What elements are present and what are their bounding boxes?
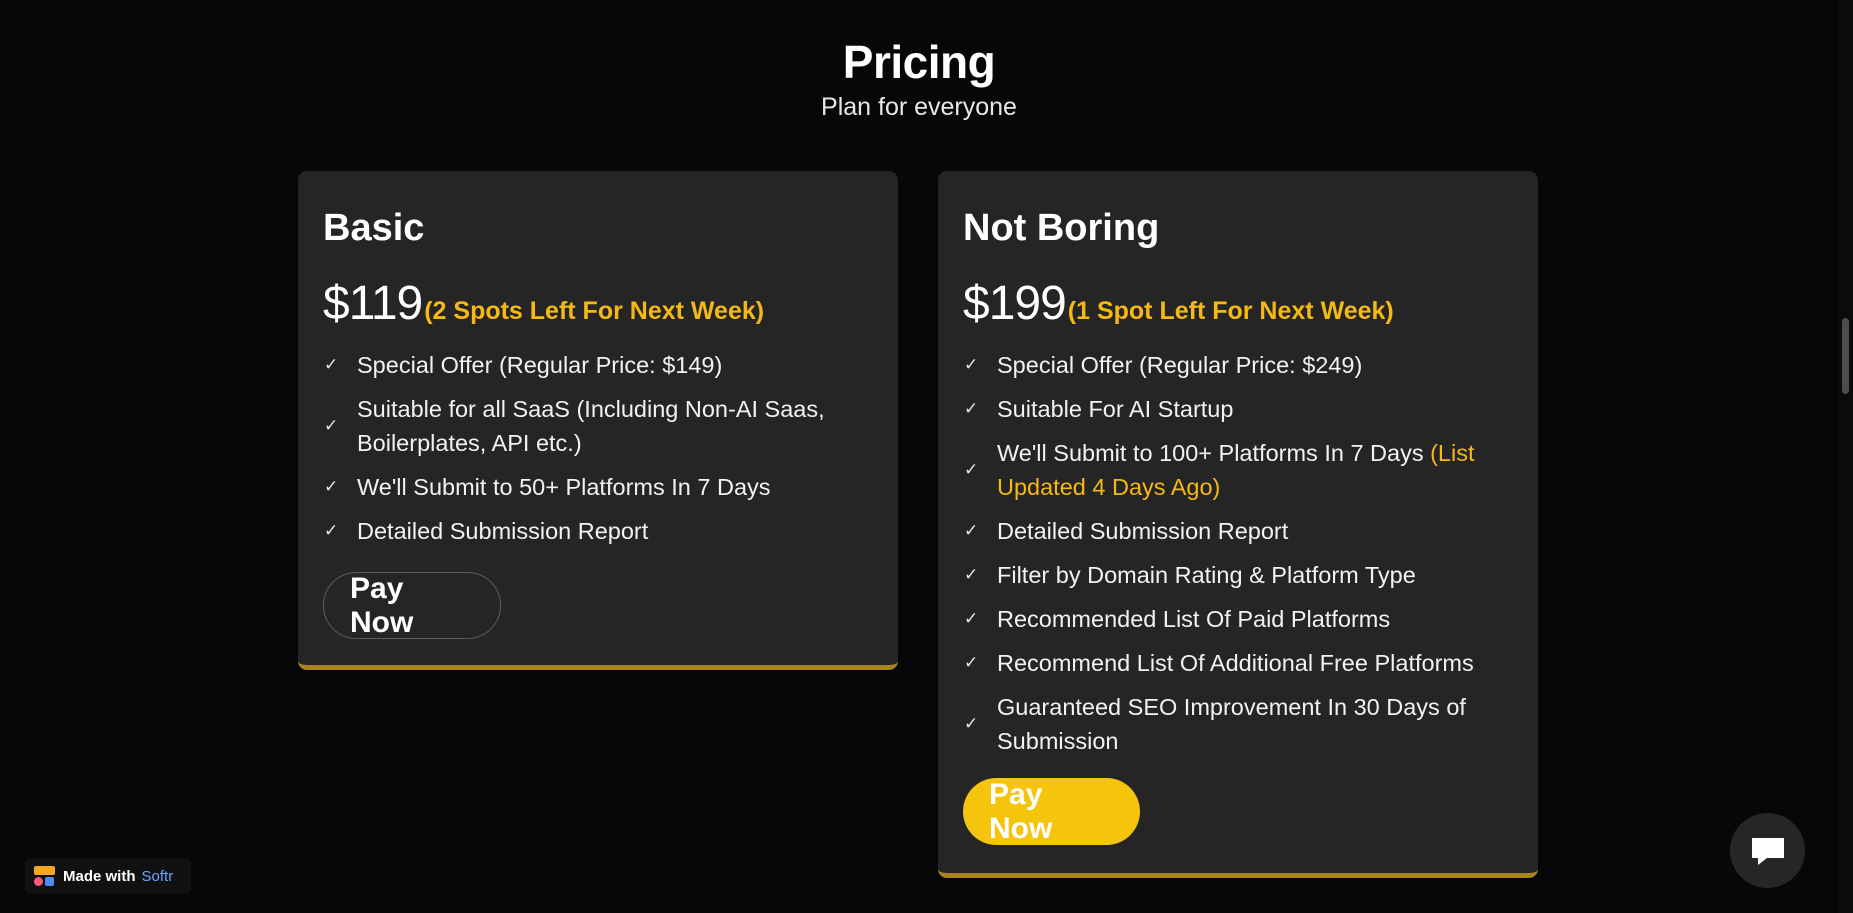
- check-icon: ✓: [964, 609, 979, 628]
- plan-card-not-boring: Not Boring $199 (1 Spot Left For Next We…: [938, 171, 1538, 878]
- check-icon: ✓: [964, 355, 979, 374]
- check-icon: ✓: [964, 714, 979, 733]
- check-icon: ✓: [324, 521, 339, 540]
- chat-bubble-icon: [1751, 837, 1784, 865]
- feature-text: Suitable For AI Startup: [997, 396, 1234, 422]
- feature-text-group: We'll Submit to 100+ Platforms In 7 Days…: [997, 436, 1513, 504]
- feature-text: Recommend List Of Additional Free Platfo…: [997, 650, 1474, 676]
- page-subtitle: Plan for everyone: [821, 93, 1017, 121]
- pay-now-button-not-boring[interactable]: Pay Now: [963, 778, 1140, 845]
- plan-card-basic: Basic $119 (2 Spots Left For Next Week) …: [298, 171, 898, 670]
- check-icon: ✓: [324, 416, 339, 435]
- feature-item: ✓ We'll Submit to 100+ Platforms In 7 Da…: [963, 432, 1513, 510]
- price-row: $199 (1 Spot Left For Next Week): [963, 278, 1513, 330]
- check-icon: ✓: [964, 460, 979, 479]
- feature-item: ✓ Suitable for all SaaS (Including Non-A…: [323, 388, 873, 466]
- feature-item: ✓ Special Offer (Regular Price: $249): [963, 344, 1513, 388]
- feature-list: ✓ Special Offer (Regular Price: $249) ✓ …: [963, 344, 1513, 764]
- feature-text: Special Offer (Regular Price: $149): [357, 352, 723, 378]
- check-icon: ✓: [324, 477, 339, 496]
- check-icon: ✓: [964, 521, 979, 540]
- pricing-header: Pricing Plan for everyone: [0, 30, 1838, 124]
- check-icon: ✓: [324, 355, 339, 374]
- plan-name: Basic: [323, 207, 425, 249]
- feature-text: Guaranteed SEO Improvement In 30 Days of…: [997, 694, 1466, 754]
- feature-text: Special Offer (Regular Price: $249): [997, 352, 1363, 378]
- check-icon: ✓: [964, 399, 979, 418]
- price-row: $119 (2 Spots Left For Next Week): [323, 278, 873, 330]
- feature-item: ✓ Recommended List Of Paid Platforms: [963, 598, 1513, 642]
- scrollbar[interactable]: [1838, 0, 1853, 913]
- chat-button[interactable]: [1730, 813, 1805, 888]
- feature-item: ✓ Detailed Submission Report: [963, 510, 1513, 554]
- made-with-softr-badge[interactable]: Made with Softr: [25, 859, 191, 893]
- plan-price: $119: [323, 277, 423, 330]
- plan-name: Not Boring: [963, 207, 1160, 249]
- feature-item: ✓ Detailed Submission Report: [323, 510, 873, 554]
- feature-item: ✓ Recommend List Of Additional Free Plat…: [963, 642, 1513, 686]
- feature-text: Detailed Submission Report: [997, 518, 1289, 544]
- feature-text: We'll Submit to 50+ Platforms In 7 Days: [357, 474, 771, 500]
- scrollbar-thumb[interactable]: [1842, 318, 1849, 394]
- softr-logo-icon: [34, 865, 55, 887]
- feature-item: ✓ We'll Submit to 50+ Platforms In 7 Day…: [323, 466, 873, 510]
- feature-item: ✓ Guaranteed SEO Improvement In 30 Days …: [963, 686, 1513, 764]
- spots-left: (1 Spot Left For Next Week): [1067, 297, 1394, 325]
- plan-price: $199: [963, 277, 1067, 330]
- softr-brand-link[interactable]: Softr: [142, 868, 174, 885]
- feature-text: Recommended List Of Paid Platforms: [997, 606, 1391, 632]
- pay-now-button-basic[interactable]: Pay Now: [323, 572, 501, 639]
- feature-text: Suitable for all SaaS (Including Non-AI …: [357, 396, 825, 456]
- check-icon: ✓: [964, 565, 979, 584]
- made-with-label: Made with: [63, 867, 136, 885]
- feature-text: Filter by Domain Rating & Platform Type: [997, 562, 1416, 588]
- feature-text: We'll Submit to 100+ Platforms In 7 Days: [997, 440, 1431, 466]
- feature-list: ✓ Special Offer (Regular Price: $149) ✓ …: [323, 344, 873, 554]
- check-icon: ✓: [964, 653, 979, 672]
- page-title: Pricing: [842, 36, 996, 88]
- feature-item: ✓ Special Offer (Regular Price: $149): [323, 344, 873, 388]
- feature-item: ✓ Filter by Domain Rating & Platform Typ…: [963, 554, 1513, 598]
- feature-item: ✓ Suitable For AI Startup: [963, 388, 1513, 432]
- feature-text: Detailed Submission Report: [357, 518, 649, 544]
- spots-left: (2 Spots Left For Next Week): [424, 297, 765, 325]
